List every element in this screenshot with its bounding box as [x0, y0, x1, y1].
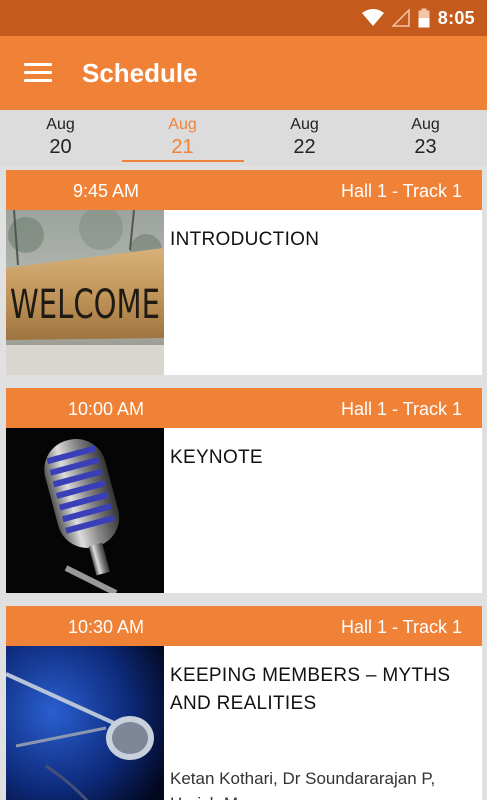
- session-title: KEEPING MEMBERS – MYTHS AND REALITIES: [170, 665, 451, 714]
- date-tabs: Aug 20 Aug 21 Aug 22 Aug 23: [0, 110, 487, 166]
- session-hall: Hall 1 - Track 1: [340, 181, 462, 201]
- tab-date-aug-21[interactable]: Aug 21: [122, 110, 243, 166]
- session-card-keeping-members[interactable]: 10:30 AM Hall 1 - Track 1 KEEPING MEMBER…: [6, 606, 482, 800]
- hamburger-menu-icon[interactable]: [24, 63, 52, 83]
- selected-tab-indicator: [122, 160, 244, 162]
- status-bar: 8:05: [0, 0, 487, 36]
- cell-signal-icon: [391, 9, 410, 27]
- session-time: 10:30 AM: [67, 617, 145, 637]
- svg-text:WELCOME: WELCOME: [10, 282, 160, 328]
- session-title: INTRODUCTION: [170, 229, 320, 250]
- tab-day-label: 22: [293, 136, 316, 158]
- page-title: Schedule: [82, 58, 198, 88]
- session-hall: Hall 1 - Track 1: [340, 617, 462, 637]
- tab-day-label: 21: [171, 136, 194, 158]
- stage-microphone-image: [6, 646, 164, 800]
- tab-day-label: 23: [414, 136, 437, 158]
- tab-day-label: 20: [49, 136, 72, 158]
- app-bar: Schedule: [0, 36, 487, 110]
- session-card-keynote[interactable]: 10:00 AM Hall 1 - Track 1 KEYNOTE: [6, 388, 482, 593]
- session-header: 10:00 AM Hall 1 - Track 1: [6, 388, 482, 428]
- battery-icon: [418, 8, 430, 28]
- tab-month-label: Aug: [46, 116, 75, 133]
- tab-month-label: Aug: [411, 116, 440, 133]
- session-time: 10:00 AM: [67, 399, 145, 419]
- tab-date-aug-20[interactable]: Aug 20: [0, 110, 121, 166]
- welcome-sign-image: WELCOME: [6, 210, 164, 375]
- session-hall: Hall 1 - Track 1: [340, 399, 462, 419]
- status-time: 8:05: [437, 7, 475, 28]
- session-time: 9:45 AM: [72, 181, 140, 201]
- tab-date-aug-22[interactable]: Aug 22: [244, 110, 365, 166]
- session-header: 9:45 AM Hall 1 - Track 1: [6, 170, 482, 210]
- tab-month-label: Aug: [290, 116, 319, 133]
- microphone-image: [6, 428, 164, 593]
- session-card-introduction[interactable]: 9:45 AM Hall 1 - Track 1 WELCOME INTRODU…: [6, 170, 482, 375]
- tab-month-label: Aug: [168, 116, 197, 133]
- wifi-icon: [361, 9, 384, 26]
- tab-date-aug-23[interactable]: Aug 23: [365, 110, 486, 166]
- session-header: 10:30 AM Hall 1 - Track 1: [6, 606, 482, 646]
- session-title: KEYNOTE: [170, 447, 263, 468]
- session-speakers: Ketan Kothari, Dr Soundararajan P, Haris…: [170, 769, 436, 800]
